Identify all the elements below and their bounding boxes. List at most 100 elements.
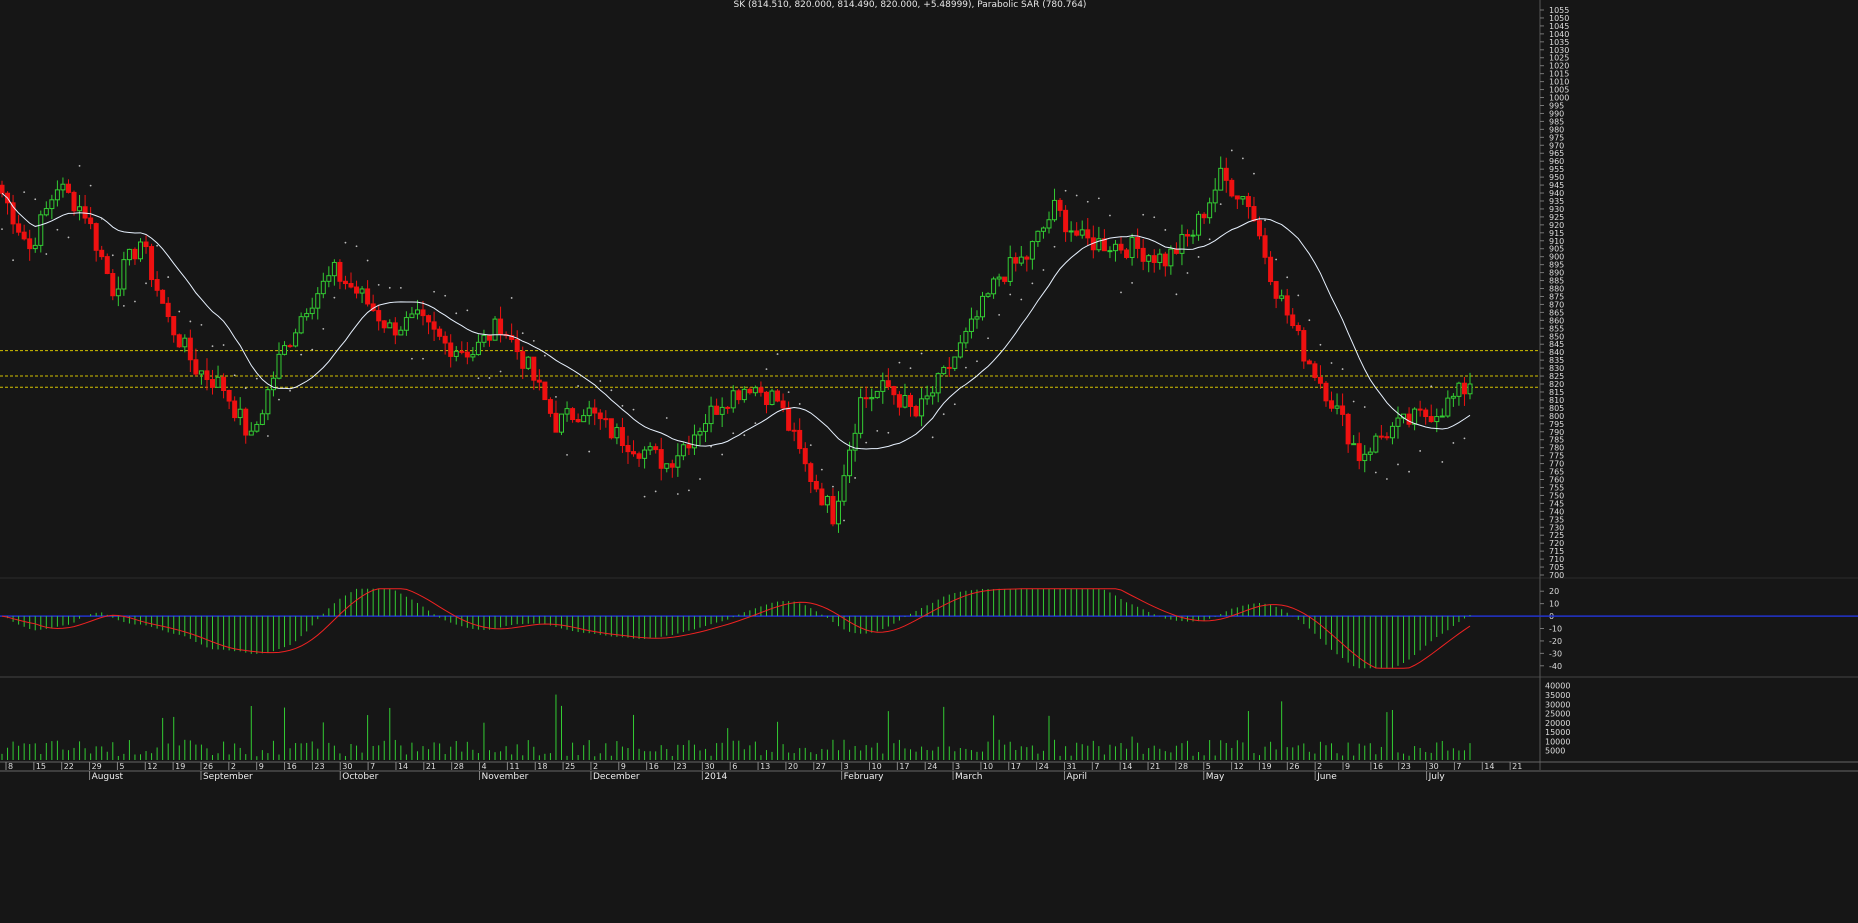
sar-dot: [1042, 269, 1045, 271]
price-tick-label: 875: [1549, 292, 1564, 301]
candle: [1074, 230, 1080, 236]
sar-dot: [1319, 343, 1322, 346]
candle: [320, 280, 326, 295]
price-tick-label: 760: [1549, 476, 1564, 485]
x-day-label: 21: [426, 762, 436, 771]
sar-dot: [1441, 461, 1444, 463]
price-tick-label: 860: [1549, 316, 1564, 325]
sar-dot: [1308, 319, 1311, 322]
candle: [797, 429, 803, 450]
candle: [564, 408, 570, 415]
price-tick-label: 785: [1549, 436, 1564, 445]
sar-dot: [621, 404, 624, 407]
candle: [619, 427, 625, 447]
candle: [736, 390, 742, 401]
candle: [149, 246, 155, 281]
candle: [1162, 253, 1168, 267]
candle: [1351, 443, 1357, 446]
sar-dot: [1352, 400, 1355, 403]
candle: [1079, 229, 1085, 236]
candle: [1007, 257, 1013, 282]
price-tick-label: 1055: [1549, 6, 1569, 15]
macd-tick-label: -10: [1549, 625, 1562, 634]
candle: [769, 390, 775, 406]
candle: [365, 288, 371, 305]
sar-dot: [1386, 478, 1388, 480]
sar-dot: [953, 403, 956, 406]
macd-tick-label: 20: [1549, 587, 1559, 596]
candle: [808, 463, 814, 482]
candle: [531, 356, 537, 381]
sar-dot: [300, 353, 303, 356]
sar-dot: [543, 354, 546, 357]
sar-dot: [78, 164, 81, 167]
x-day-label: 30: [1429, 762, 1439, 771]
candle: [1345, 413, 1351, 445]
candle: [137, 241, 143, 260]
candle: [1279, 295, 1285, 299]
candle: [243, 408, 249, 436]
candle: [115, 288, 121, 297]
sar-dot: [1253, 172, 1255, 175]
candle: [32, 244, 38, 250]
price-tick-label: 950: [1549, 173, 1564, 182]
x-day-label: 16: [1373, 762, 1383, 771]
price-tick-label: 775: [1549, 452, 1564, 461]
sar-dot: [1009, 293, 1012, 296]
candle: [514, 338, 520, 353]
candle: [1151, 255, 1157, 263]
price-tick-label: 725: [1549, 531, 1564, 540]
candle: [996, 276, 1002, 280]
candle: [88, 217, 94, 225]
candle: [0, 184, 5, 194]
candle: [1273, 281, 1279, 299]
candle: [110, 273, 116, 297]
candle: [830, 495, 836, 525]
sar-dot: [1363, 406, 1366, 408]
price-tick-label: 810: [1549, 396, 1564, 405]
volume-tick-label: 20000: [1545, 719, 1570, 728]
candle: [1085, 229, 1091, 239]
candle: [1290, 314, 1296, 327]
candle: [1201, 213, 1207, 219]
candle: [1445, 397, 1451, 417]
candle: [1173, 248, 1179, 254]
price-tick-label: 840: [1549, 348, 1564, 357]
candle: [387, 322, 393, 329]
candle: [331, 261, 337, 277]
x-day-label: 19: [175, 762, 185, 771]
candle: [403, 317, 409, 331]
candle: [1306, 360, 1312, 365]
sar-dot: [200, 323, 203, 326]
sar-dot: [1463, 437, 1466, 440]
candle: [957, 342, 963, 358]
candle: [902, 394, 908, 408]
sar-dot: [1020, 298, 1023, 301]
sar-dot: [311, 348, 314, 351]
price-tick-label: 850: [1549, 332, 1564, 341]
sar-dot: [643, 495, 646, 498]
sar-dot: [920, 352, 923, 355]
candle: [187, 337, 193, 361]
sar-dot: [1197, 256, 1200, 258]
candle: [730, 390, 736, 409]
candle: [608, 418, 614, 439]
price-tick-label: 740: [1549, 507, 1564, 516]
candle: [802, 448, 808, 465]
candle: [104, 256, 110, 275]
sar-dot: [1186, 272, 1189, 274]
candle: [1118, 243, 1124, 251]
sar-dot: [1297, 294, 1300, 297]
candle: [536, 379, 542, 383]
x-day-label: 3: [844, 762, 849, 771]
price-tick-label: 1030: [1549, 46, 1569, 55]
price-tick-label: 1035: [1549, 38, 1569, 47]
price-tick-label: 770: [1549, 460, 1564, 469]
price-tick-label: 910: [1549, 237, 1564, 246]
candle: [1450, 395, 1456, 399]
candle: [426, 315, 432, 323]
candle: [453, 350, 459, 357]
candle: [614, 427, 620, 439]
chart-canvas[interactable]: 7007057107157207257307357407457507557607…: [0, 0, 1858, 923]
sar-dot: [167, 276, 170, 278]
